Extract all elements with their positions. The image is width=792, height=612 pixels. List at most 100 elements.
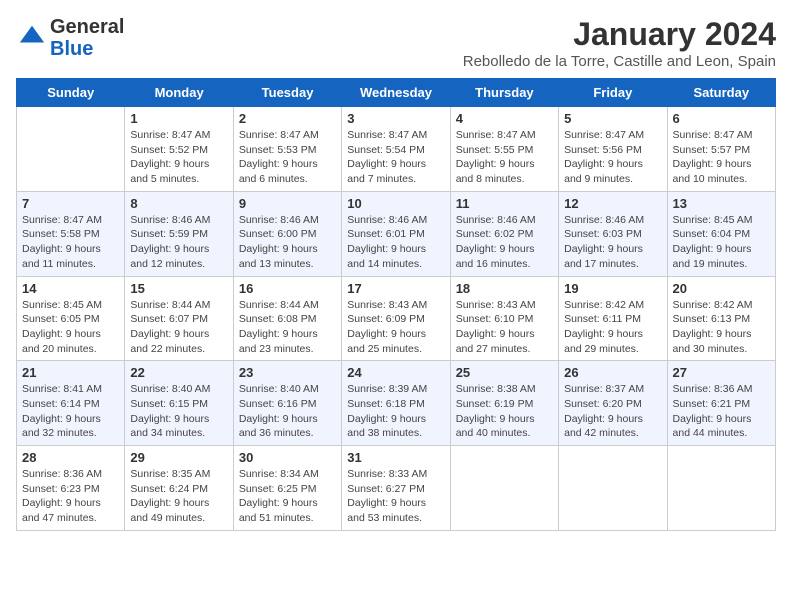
day-number: 14 (22, 281, 119, 296)
calendar-cell: 7Sunrise: 8:47 AMSunset: 5:58 PMDaylight… (17, 191, 125, 276)
calendar-cell (450, 446, 558, 531)
day-number: 16 (239, 281, 336, 296)
week-row-3: 21Sunrise: 8:41 AMSunset: 6:14 PMDayligh… (17, 361, 776, 446)
day-number: 26 (564, 365, 661, 380)
logo-blue: Blue (50, 38, 124, 60)
subtitle: Rebolledo de la Torre, Castille and Leon… (463, 53, 776, 70)
day-info: Sunrise: 8:47 AMSunset: 5:56 PMDaylight:… (564, 128, 661, 187)
week-row-0: 1Sunrise: 8:47 AMSunset: 5:52 PMDaylight… (17, 107, 776, 192)
calendar-cell: 11Sunrise: 8:46 AMSunset: 6:02 PMDayligh… (450, 191, 558, 276)
weekday-header-wednesday: Wednesday (342, 79, 450, 107)
day-info: Sunrise: 8:46 AMSunset: 6:01 PMDaylight:… (347, 213, 444, 272)
calendar-cell: 27 Sunrise: 8:36 AMSunset: 6:21 PMDayligh… (667, 361, 775, 446)
calendar-cell: 25 Sunrise: 8:38 AMSunset: 6:19 PMDayligh… (450, 361, 558, 446)
day-number: 3 (347, 111, 444, 126)
day-info: Sunrise: 8:43 AMSunset: 6:10 PMDaylight:… (456, 298, 553, 357)
calendar-table: SundayMondayTuesdayWednesdayThursdayFrid… (16, 78, 776, 531)
day-info: Sunrise: 8:47 AMSunset: 5:55 PMDaylight:… (456, 128, 553, 187)
day-info: Sunrise: 8:47 AMSunset: 5:57 PMDaylight:… (673, 128, 770, 187)
calendar-cell: 14 Sunrise: 8:45 AMSunset: 6:05 PMDayligh… (17, 276, 125, 361)
calendar-cell: 5 Sunrise: 8:47 AMSunset: 5:56 PMDaylight… (559, 107, 667, 192)
day-number: 19 (564, 281, 661, 296)
calendar-cell: 22Sunrise: 8:40 AMSunset: 6:15 PMDayligh… (125, 361, 233, 446)
calendar-cell: 17 Sunrise: 8:43 AMSunset: 6:09 PMDayligh… (342, 276, 450, 361)
day-info: Sunrise: 8:43 AMSunset: 6:09 PMDaylight:… (347, 298, 444, 357)
calendar-cell: 10 Sunrise: 8:46 AMSunset: 6:01 PMDayligh… (342, 191, 450, 276)
day-number: 29 (130, 450, 227, 465)
calendar-cell: 30 Sunrise: 8:34 AMSunset: 6:25 PMDayligh… (233, 446, 341, 531)
calendar-cell: 12 Sunrise: 8:46 AMSunset: 6:03 PMDayligh… (559, 191, 667, 276)
day-info: Sunrise: 8:46 AMSunset: 6:03 PMDaylight:… (564, 213, 661, 272)
week-row-4: 28 Sunrise: 8:36 AMSunset: 6:23 PMDayligh… (17, 446, 776, 531)
day-info: Sunrise: 8:39 AMSunset: 6:18 PMDaylight:… (347, 382, 444, 441)
day-number: 24 (347, 365, 444, 380)
calendar-cell: 19Sunrise: 8:42 AMSunset: 6:11 PMDayligh… (559, 276, 667, 361)
calendar-cell: 4 Sunrise: 8:47 AMSunset: 5:55 PMDaylight… (450, 107, 558, 192)
day-number: 13 (673, 196, 770, 211)
calendar-cell: 26Sunrise: 8:37 AMSunset: 6:20 PMDayligh… (559, 361, 667, 446)
day-info: Sunrise: 8:33 AMSunset: 6:27 PMDaylight:… (347, 467, 444, 526)
day-number: 25 (456, 365, 553, 380)
calendar-cell (17, 107, 125, 192)
calendar-cell: 20 Sunrise: 8:42 AMSunset: 6:13 PMDayligh… (667, 276, 775, 361)
weekday-header-tuesday: Tuesday (233, 79, 341, 107)
calendar-cell: 24 Sunrise: 8:39 AMSunset: 6:18 PMDayligh… (342, 361, 450, 446)
calendar-cell: 18 Sunrise: 8:43 AMSunset: 6:10 PMDayligh… (450, 276, 558, 361)
day-info: Sunrise: 8:47 AMSunset: 5:54 PMDaylight:… (347, 128, 444, 187)
day-number: 9 (239, 196, 336, 211)
day-number: 10 (347, 196, 444, 211)
calendar-cell (559, 446, 667, 531)
day-number: 12 (564, 196, 661, 211)
day-number: 7 (22, 196, 119, 211)
day-info: Sunrise: 8:34 AMSunset: 6:25 PMDaylight:… (239, 467, 336, 526)
day-number: 5 (564, 111, 661, 126)
day-number: 15 (130, 281, 227, 296)
calendar-cell: 15 Sunrise: 8:44 AMSunset: 6:07 PMDayligh… (125, 276, 233, 361)
calendar-cell: 16 Sunrise: 8:44 AMSunset: 6:08 PMDayligh… (233, 276, 341, 361)
day-info: Sunrise: 8:42 AMSunset: 6:13 PMDaylight:… (673, 298, 770, 357)
day-info: Sunrise: 8:45 AMSunset: 6:05 PMDaylight:… (22, 298, 119, 357)
header: General Blue January 2024 Rebolledo de l… (16, 16, 776, 70)
day-info: Sunrise: 8:44 AMSunset: 6:08 PMDaylight:… (239, 298, 336, 357)
day-info: Sunrise: 8:44 AMSunset: 6:07 PMDaylight:… (130, 298, 227, 357)
day-info: Sunrise: 8:36 AMSunset: 6:21 PMDaylight:… (673, 382, 770, 441)
day-info: Sunrise: 8:40 AMSunset: 6:15 PMDaylight:… (130, 382, 227, 441)
day-number: 23 (239, 365, 336, 380)
calendar-cell: 8Sunrise: 8:46 AMSunset: 5:59 PMDaylight… (125, 191, 233, 276)
weekday-header-row: SundayMondayTuesdayWednesdayThursdayFrid… (17, 79, 776, 107)
calendar-cell: 23Sunrise: 8:40 AMSunset: 6:16 PMDayligh… (233, 361, 341, 446)
week-row-2: 14 Sunrise: 8:45 AMSunset: 6:05 PMDayligh… (17, 276, 776, 361)
weekday-header-friday: Friday (559, 79, 667, 107)
day-info: Sunrise: 8:45 AMSunset: 6:04 PMDaylight:… (673, 213, 770, 272)
calendar-cell (667, 446, 775, 531)
day-number: 18 (456, 281, 553, 296)
day-info: Sunrise: 8:36 AMSunset: 6:23 PMDaylight:… (22, 467, 119, 526)
logo: General Blue (16, 16, 124, 60)
day-info: Sunrise: 8:38 AMSunset: 6:19 PMDaylight:… (456, 382, 553, 441)
day-info: Sunrise: 8:41 AMSunset: 6:14 PMDaylight:… (22, 382, 119, 441)
day-number: 17 (347, 281, 444, 296)
day-number: 27 (673, 365, 770, 380)
day-info: Sunrise: 8:35 AMSunset: 6:24 PMDaylight:… (130, 467, 227, 526)
week-row-1: 7Sunrise: 8:47 AMSunset: 5:58 PMDaylight… (17, 191, 776, 276)
calendar-cell: 1Sunrise: 8:47 AMSunset: 5:52 PMDaylight… (125, 107, 233, 192)
day-info: Sunrise: 8:47 AMSunset: 5:53 PMDaylight:… (239, 128, 336, 187)
calendar-cell: 3 Sunrise: 8:47 AMSunset: 5:54 PMDaylight… (342, 107, 450, 192)
day-number: 4 (456, 111, 553, 126)
weekday-header-monday: Monday (125, 79, 233, 107)
day-number: 28 (22, 450, 119, 465)
day-number: 20 (673, 281, 770, 296)
day-number: 11 (456, 196, 553, 211)
day-number: 30 (239, 450, 336, 465)
logo-general: General (50, 16, 124, 38)
weekday-header-saturday: Saturday (667, 79, 775, 107)
day-number: 2 (239, 111, 336, 126)
main-title: January 2024 (463, 16, 776, 53)
title-area: January 2024 Rebolledo de la Torre, Cast… (463, 16, 776, 70)
calendar-cell: 21Sunrise: 8:41 AMSunset: 6:14 PMDayligh… (17, 361, 125, 446)
calendar-cell: 6Sunrise: 8:47 AMSunset: 5:57 PMDaylight… (667, 107, 775, 192)
day-number: 1 (130, 111, 227, 126)
weekday-header-thursday: Thursday (450, 79, 558, 107)
day-info: Sunrise: 8:46 AMSunset: 5:59 PMDaylight:… (130, 213, 227, 272)
day-number: 31 (347, 450, 444, 465)
